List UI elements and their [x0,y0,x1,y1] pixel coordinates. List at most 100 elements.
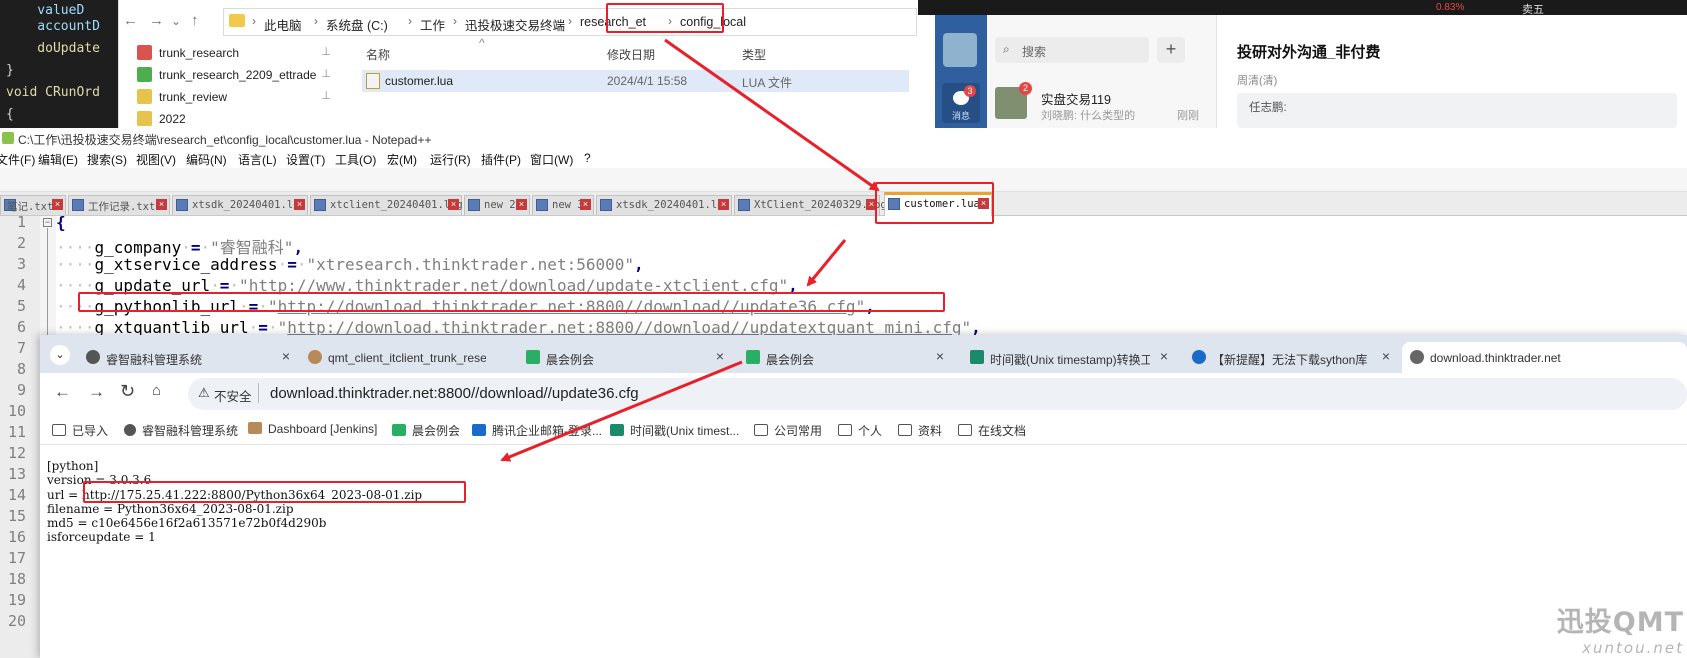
document-tab-active[interactable]: customer.lua × [884,192,992,216]
conversation-item[interactable]: 2 实盘交易119 刘晓鹏: 什么类型的 刚刚 [987,79,1216,128]
menu-search[interactable]: 搜索(S) [87,151,127,168]
code-url-link[interactable]: http://www.thinktrader.net/download/upda… [249,276,779,295]
document-tab[interactable]: XtClient_20240329.log × [734,195,887,215]
search-input[interactable]: ⌕ 搜索 [995,37,1149,63]
browser-tab[interactable]: 晨会例会 × [518,342,732,373]
menu-file[interactable]: 文件(F) [0,151,35,168]
browser-tab[interactable]: 【新提醒】无法下载sython库 × [1184,342,1398,373]
browser-tab-active[interactable]: download.thinktrader.net [1402,342,1687,373]
menu-view[interactable]: 视图(V) [136,151,176,168]
avatar[interactable] [943,33,977,67]
column-header-modified[interactable]: 修改日期 [607,46,655,63]
close-icon[interactable]: × [866,199,877,210]
bookmark-label: 腾讯企业邮箱-登录... [492,424,602,438]
chevron-down-icon[interactable]: ⌄ [171,14,181,28]
bookmark-folder[interactable]: 个人 [838,422,882,439]
close-icon[interactable]: × [580,199,591,210]
menu-help[interactable]: ? [584,151,591,165]
tab-title: 时间戳(Unix timestamp)转换工 [990,353,1150,367]
close-icon[interactable]: × [978,198,989,209]
breadcrumb-item[interactable]: 迅投极速交易终端 [465,15,565,34]
column-header-name[interactable]: 名称 [366,46,390,63]
tab-search-icon[interactable]: ⌄ [50,345,70,365]
browser-tab[interactable]: 晨会例会 × [738,342,952,373]
line-number: 11 [7,423,26,441]
close-icon[interactable]: × [936,348,944,364]
browser-tab[interactable]: qmt_client_itclient_trunk_rese [300,342,514,373]
bookmark[interactable]: 晨会例会 [392,422,460,439]
menu-language[interactable]: 语言(L) [238,151,277,168]
close-icon[interactable]: × [448,199,459,210]
reload-icon[interactable]: ↻ [120,381,135,402]
breadcrumb[interactable]: › 此电脑 › 系统盘 (C:) › 工作 › 迅投极速交易终端 › resea… [223,8,917,36]
bookmark-label: 已导入 [72,424,109,438]
menu-encoding[interactable]: 编码(N) [186,151,227,168]
menu-edit[interactable]: 编辑(E) [38,151,78,168]
breadcrumb-item[interactable]: config_local [680,15,746,29]
breadcrumb-item[interactable]: 系统盘 (C:) [326,15,388,34]
nav-item-label: trunk_research_2209_ettrade [159,68,317,82]
document-tab[interactable]: 工作记录.txt × [68,195,170,215]
close-icon[interactable]: × [718,199,729,210]
column-header-type[interactable]: 类型 [742,46,766,63]
folder-icon [898,424,912,436]
forward-arrow-icon[interactable]: → [88,382,105,402]
chevron-right-icon: › [252,14,256,28]
document-tab[interactable]: new 2 × [464,195,530,215]
nav-item[interactable]: trunk_research ⊥ [137,42,337,64]
toolbar [0,168,1687,192]
menu-settings[interactable]: 设置(T) [286,151,325,168]
bookmark[interactable]: 时间戳(Unix timest... [610,422,739,439]
bookmark[interactable]: Dashboard [Jenkins] [248,422,377,436]
document-tab[interactable]: 笔记.txt × [0,195,66,215]
code-key: g_update_url [94,276,211,295]
menu-bar: 文件(F) 编辑(E) 搜索(S) 视图(V) 编码(N) 语言(L) 设置(T… [0,148,1687,168]
bookmark-folder[interactable]: 已导入 [52,422,108,439]
menu-macro[interactable]: 宏(M) [387,151,417,168]
close-icon[interactable]: × [1160,348,1168,364]
add-button[interactable]: + [1157,37,1185,63]
bookmark[interactable]: 腾讯企业邮箱-登录... [472,422,602,439]
close-icon[interactable]: × [516,199,527,210]
close-icon[interactable]: × [716,348,724,364]
messages-nav[interactable]: 3 消息 [942,83,980,123]
line-number: 17 [7,549,26,567]
code-url-link[interactable]: http://download.thinktrader.net:8800//do… [278,297,856,316]
breadcrumb-item[interactable]: 工作 [420,15,445,34]
close-icon[interactable]: × [1382,348,1390,364]
nav-item[interactable]: trunk_review ⊥ [137,86,337,108]
conversation-title: 投研对外沟通_非付费 [1237,44,1381,61]
up-arrow-icon[interactable]: ↑ [191,12,199,29]
bookmark-folder[interactable]: 资料 [898,422,942,439]
bookmark-folder[interactable]: 公司常用 [754,422,822,439]
close-icon[interactable]: × [156,199,167,210]
file-row[interactable]: customer.lua 2024/4/1 15:58 LUA 文件 [362,70,909,92]
browser-tab[interactable]: 睿智融科管理系统 × [78,342,298,373]
menu-plugins[interactable]: 插件(P) [481,151,521,168]
close-icon[interactable]: × [52,199,63,210]
nav-item[interactable]: 2022 [137,108,337,130]
fold-toggle-icon[interactable]: − [43,218,52,227]
close-icon[interactable]: × [282,348,290,364]
document-tab[interactable]: xtsdk_20240401.log × [172,195,308,215]
url-text[interactable]: download.thinktrader.net:8800//download/… [270,385,639,402]
nav-item[interactable]: trunk_research_2209_ettrade ⊥ [137,64,337,86]
browser-tab[interactable]: 时间戳(Unix timestamp)转换工 × [962,342,1176,373]
close-icon[interactable]: × [294,199,305,210]
home-icon[interactable]: ⌂ [152,382,161,399]
security-label[interactable]: 不安全 [214,386,252,405]
bookmark[interactable]: 睿智融科管理系统 [124,422,238,439]
document-tab[interactable]: xtsdk_20240401.log × [596,195,732,215]
document-tab[interactable]: new 3 × [532,195,594,215]
breadcrumb-item[interactable]: 此电脑 [264,15,302,34]
back-arrow-icon[interactable]: ← [123,12,138,29]
menu-window[interactable]: 窗口(W) [530,151,573,168]
breadcrumb-item[interactable]: research_et [580,15,646,29]
forward-arrow-icon[interactable]: → [149,12,164,29]
menu-run[interactable]: 运行(R) [430,151,471,168]
bookmark-folder[interactable]: 在线文档 [958,422,1026,439]
address-bar[interactable]: ⚠ 不安全 download.thinktrader.net:8800//dow… [188,378,1687,410]
back-arrow-icon[interactable]: ← [54,382,71,402]
menu-tools[interactable]: 工具(O) [335,151,376,168]
document-tab[interactable]: xtclient_20240401.log × [310,195,463,215]
